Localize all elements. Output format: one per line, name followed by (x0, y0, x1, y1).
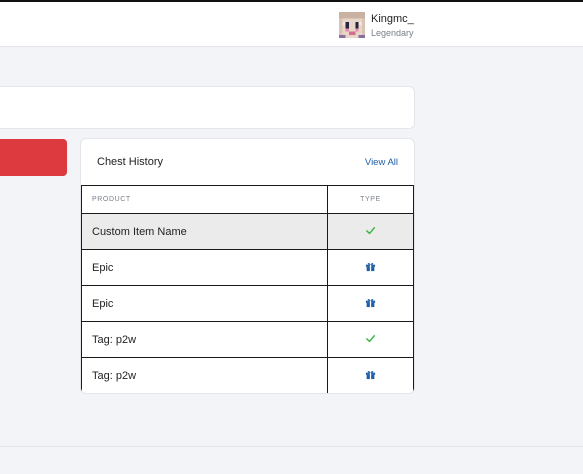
table-row[interactable]: Custom Item Name (81, 213, 414, 250)
product-cell: Tag: p2w (81, 357, 328, 393)
card-header: Chest History View All (81, 139, 414, 185)
avatar[interactable] (339, 12, 365, 38)
user-rank: Legendary (371, 28, 414, 38)
check-icon (365, 225, 376, 239)
footer-divider (0, 446, 583, 447)
view-all-link[interactable]: View All (365, 157, 398, 168)
chest-history-table: PRODUCT TYPE Custom Item Name Epic Epic Tag… (81, 185, 414, 393)
gift-icon (365, 297, 376, 311)
table-row[interactable]: Epic (81, 249, 414, 286)
product-cell: Custom Item Name (81, 213, 328, 250)
top-navbar: Kingmc_ Legendary (0, 2, 583, 47)
type-cell (327, 249, 414, 286)
table-header-row: PRODUCT TYPE (81, 185, 414, 214)
table-row[interactable]: Epic (81, 285, 414, 322)
user-menu[interactable]: Kingmc_ Legendary (339, 12, 414, 39)
type-cell (327, 321, 414, 358)
column-header-product: PRODUCT (81, 185, 328, 214)
username: Kingmc_ (371, 13, 414, 25)
gift-icon (365, 261, 376, 275)
type-cell (327, 285, 414, 322)
primary-action-button[interactable] (0, 139, 67, 176)
check-icon (365, 333, 376, 347)
chest-history-card: Chest History View All PRODUCT TYPE Cust… (80, 138, 415, 394)
type-cell (327, 357, 414, 393)
table-row[interactable]: Tag: p2w (81, 357, 414, 393)
product-cell: Epic (81, 249, 328, 286)
table-row[interactable]: Tag: p2w (81, 321, 414, 358)
card-title: Chest History (97, 156, 164, 168)
gift-icon (365, 369, 376, 383)
column-header-type: TYPE (327, 185, 414, 214)
input-field[interactable] (0, 86, 415, 129)
type-cell (327, 213, 414, 250)
product-cell: Epic (81, 285, 328, 322)
product-cell: Tag: p2w (81, 321, 328, 358)
